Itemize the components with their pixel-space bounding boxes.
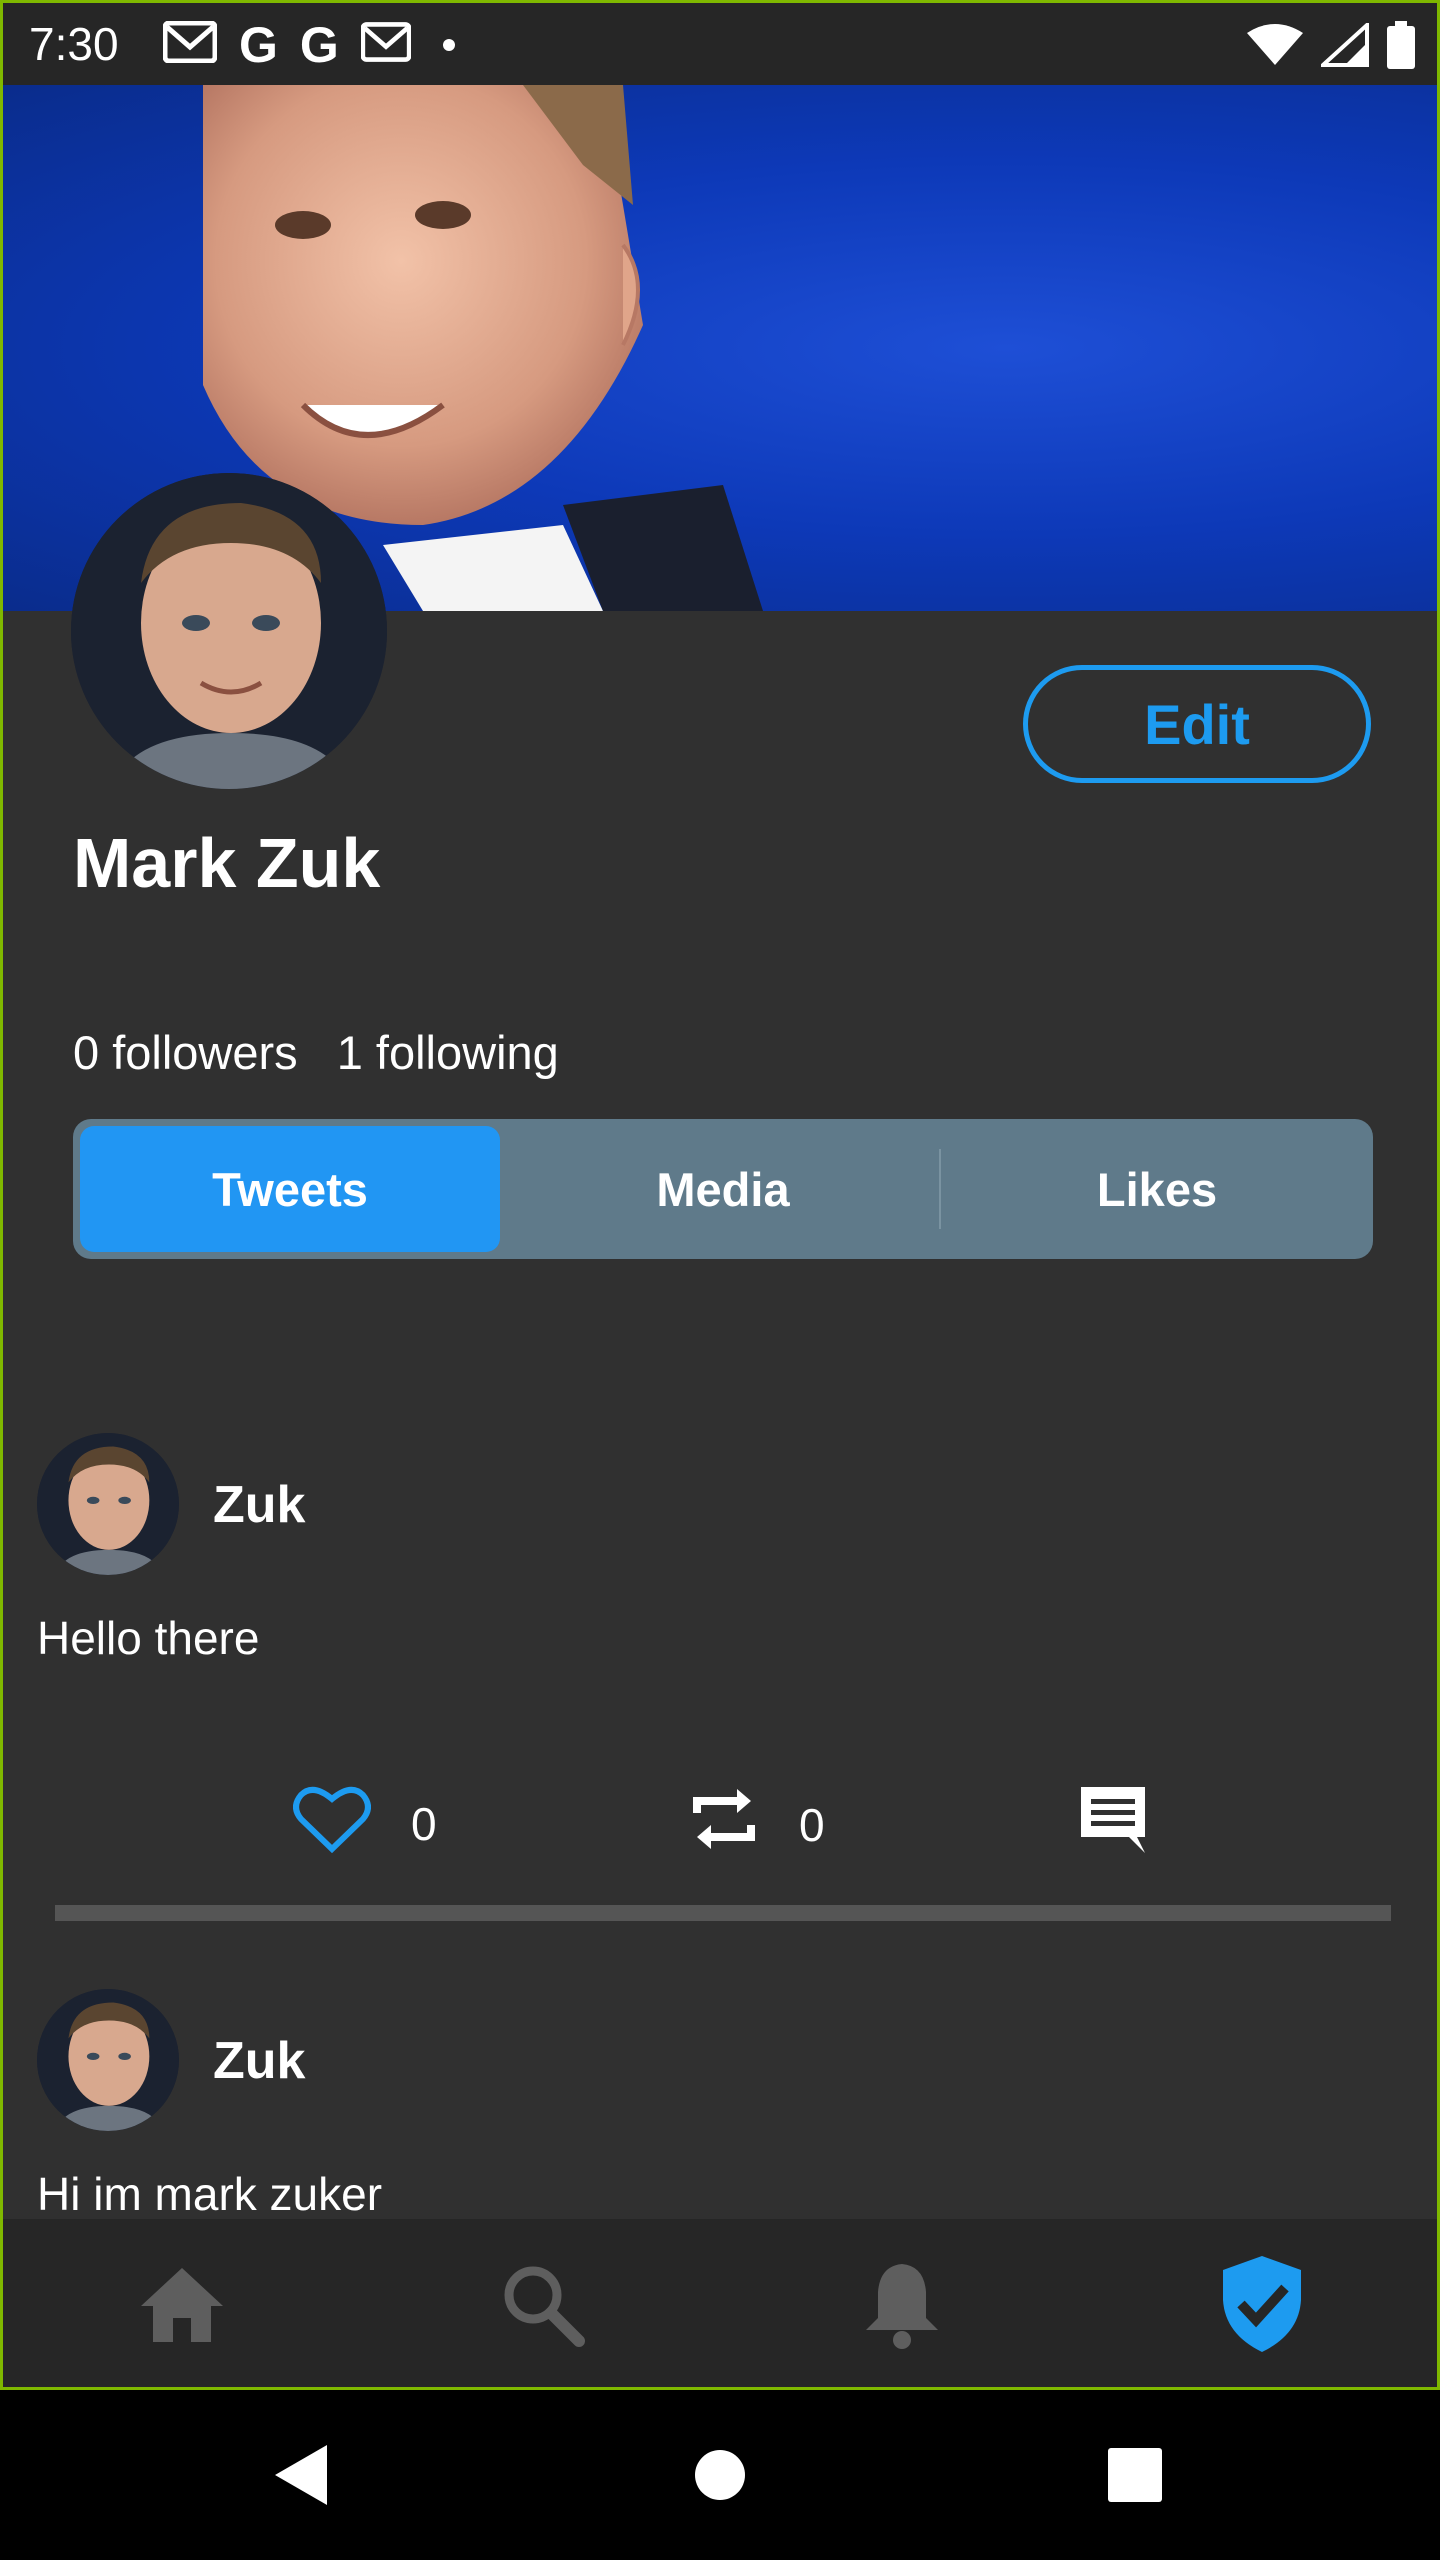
google-icon: G [239, 16, 278, 73]
system-icons [1247, 20, 1415, 74]
tweet-author: Zuk [213, 1476, 306, 1534]
system-navigation-bar [0, 2390, 1440, 2560]
tab-likes[interactable]: Likes [941, 1119, 1373, 1259]
comment-icon[interactable] [1077, 1783, 1149, 1866]
following-count[interactable]: 1 following [337, 1026, 559, 1079]
tweet-avatar[interactable] [37, 1989, 179, 2131]
tweet-avatar[interactable] [37, 1433, 179, 1575]
battery-icon [1387, 21, 1415, 74]
notification-icons: G G [162, 16, 455, 73]
tweet-text: Hi im mark zuker [37, 2168, 383, 2220]
google-icon: G [299, 16, 339, 73]
retweet-count: 0 [799, 1798, 825, 1851]
home-icon[interactable] [127, 2249, 237, 2359]
back-icon[interactable] [256, 2430, 346, 2520]
status-time: 7:30 [29, 18, 119, 70]
bottom-navigation [3, 2219, 1437, 2387]
gmail-icon [162, 20, 218, 68]
home-circle-icon[interactable] [675, 2430, 765, 2520]
tab-media[interactable]: Media [507, 1119, 939, 1259]
profile-tabs: Tweets Media Likes [73, 1119, 1373, 1259]
edit-profile-button[interactable]: Edit [1023, 665, 1371, 783]
signal-icon [1317, 20, 1369, 72]
tweet-author: Zuk [213, 2032, 306, 2090]
retweet-action[interactable]: 0 [689, 1783, 825, 1866]
comment-action[interactable] [1077, 1783, 1149, 1866]
dot-icon [442, 38, 455, 51]
tweet-divider [55, 1905, 1391, 1921]
profile-avatar[interactable] [71, 473, 387, 789]
heart-icon[interactable] [293, 1783, 371, 1864]
search-icon[interactable] [487, 2249, 597, 2359]
bell-icon[interactable] [847, 2249, 957, 2359]
like-action[interactable]: 0 [293, 1783, 437, 1864]
followers-count[interactable]: 0 followers [73, 1026, 298, 1079]
tweet-text: Hello there [37, 1612, 260, 1664]
retweet-icon[interactable] [689, 1783, 759, 1866]
wifi-icon [1247, 23, 1303, 72]
profile-name: Mark Zuk [73, 824, 381, 902]
app-screen: 7:30 G G Edit Mark Zuk 0 followers 1 fol… [0, 0, 1440, 2390]
tab-tweets[interactable]: Tweets [80, 1126, 500, 1252]
gmail-icon [360, 22, 412, 67]
like-count: 0 [411, 1797, 437, 1850]
follow-stats: 0 followers 1 following [73, 1025, 585, 1080]
verified-shield-icon[interactable] [1207, 2249, 1317, 2359]
recents-icon[interactable] [1090, 2430, 1180, 2520]
status-bar: 7:30 G G [3, 3, 1437, 85]
